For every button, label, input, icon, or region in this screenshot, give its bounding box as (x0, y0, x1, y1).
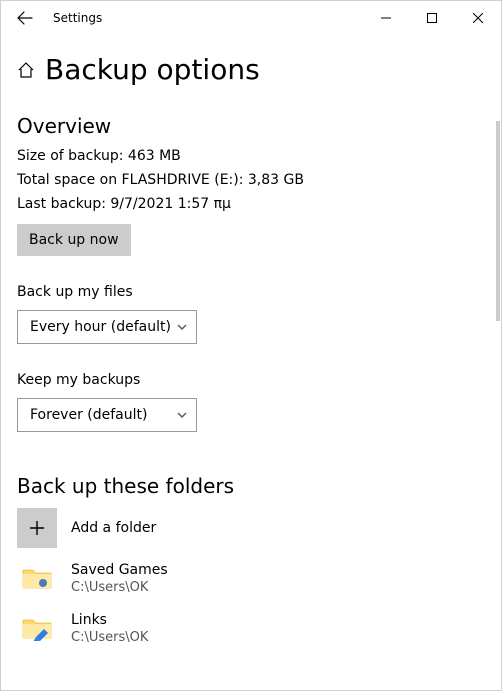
backup-size-line: Size of backup: 463 MB (17, 148, 485, 164)
folder-item[interactable]: Saved Games C:\Users\OK (17, 558, 485, 598)
total-space-value: 3,83 GB (248, 172, 304, 188)
folder-item-text: Links C:\Users\OK (71, 612, 148, 645)
page-header: Backup options (17, 53, 485, 86)
page-title: Backup options (45, 53, 260, 86)
scrollbar[interactable] (496, 121, 500, 321)
arrow-left-icon (17, 10, 33, 26)
folder-icon (17, 558, 57, 598)
backup-frequency-label: Back up my files (17, 284, 485, 300)
last-backup-value: 9/7/2021 1:57 πμ (110, 196, 231, 212)
folders-heading: Back up these folders (17, 474, 485, 498)
home-button[interactable] (17, 61, 35, 79)
backup-frequency-select[interactable]: Every hour (default) (17, 310, 197, 344)
last-backup-label: Last backup: (17, 196, 106, 212)
folder-item-text: Saved Games C:\Users\OK (71, 562, 168, 595)
total-space-line: Total space on FLASHDRIVE (E:): 3,83 GB (17, 172, 485, 188)
backup-retention-select[interactable]: Forever (default) (17, 398, 197, 432)
folder-name: Saved Games (71, 562, 168, 578)
folder-item[interactable]: Links C:\Users\OK (17, 608, 485, 648)
folder-icon (17, 608, 57, 648)
maximize-icon (427, 13, 437, 23)
add-folder-icon-tile (17, 508, 57, 548)
titlebar: Settings (1, 1, 501, 35)
folders-section: Back up these folders Add a folder Saved… (17, 474, 485, 648)
chevron-down-icon (176, 321, 188, 333)
home-icon (17, 61, 35, 79)
backup-frequency-block: Back up my files Every hour (default) (17, 284, 485, 344)
window-title: Settings (53, 11, 102, 25)
add-folder-label: Add a folder (71, 520, 156, 536)
backup-size-label: Size of backup: (17, 148, 123, 164)
backup-retention-value: Forever (default) (30, 407, 147, 423)
backup-retention-block: Keep my backups Forever (default) (17, 372, 485, 432)
folder-name: Links (71, 612, 148, 628)
last-backup-line: Last backup: 9/7/2021 1:57 πμ (17, 196, 485, 212)
total-space-label: Total space on FLASHDRIVE (E:): (17, 172, 243, 188)
maximize-button[interactable] (409, 1, 455, 35)
minimize-icon (381, 13, 391, 23)
backup-size-value: 463 MB (128, 148, 181, 164)
folder-path: C:\Users\OK (71, 580, 168, 595)
plus-icon (28, 519, 46, 537)
folder-path: C:\Users\OK (71, 630, 148, 645)
close-button[interactable] (455, 1, 501, 35)
window-controls (363, 1, 501, 35)
back-button[interactable] (11, 4, 39, 32)
backup-now-button[interactable]: Back up now (17, 224, 131, 256)
backup-retention-label: Keep my backups (17, 372, 485, 388)
add-folder-row[interactable]: Add a folder (17, 508, 485, 548)
backup-frequency-value: Every hour (default) (30, 319, 171, 335)
close-icon (473, 13, 483, 23)
chevron-down-icon (176, 409, 188, 421)
overview-heading: Overview (17, 114, 485, 138)
minimize-button[interactable] (363, 1, 409, 35)
